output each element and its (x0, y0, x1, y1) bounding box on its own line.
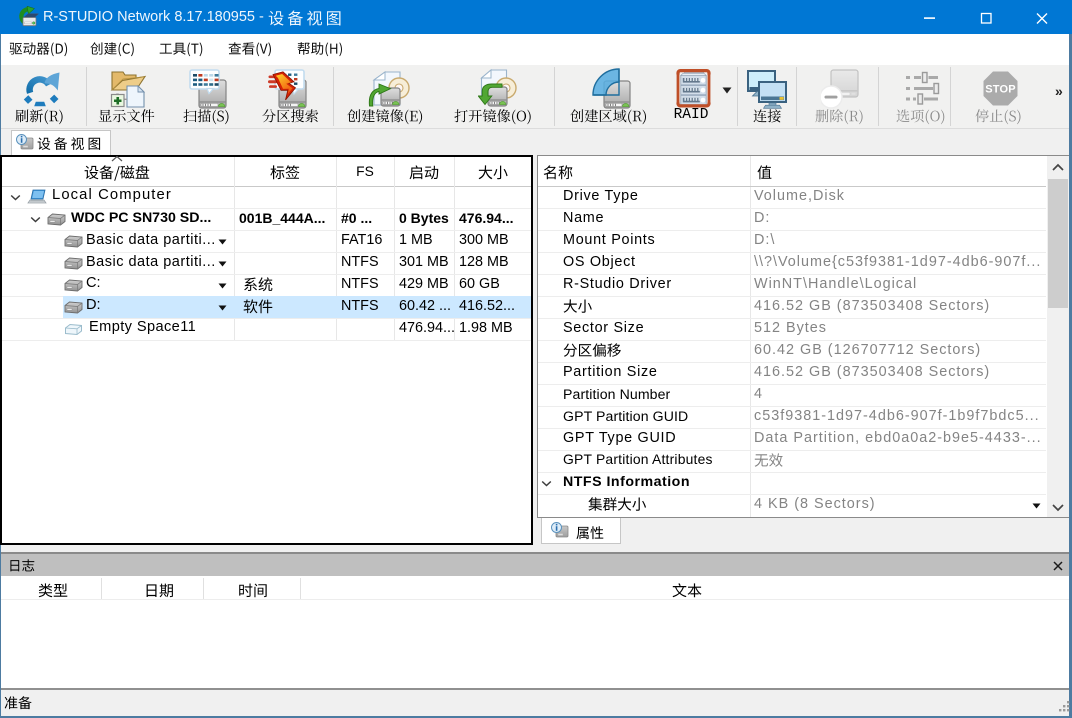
svg-text:STOP: STOP (985, 84, 1016, 96)
